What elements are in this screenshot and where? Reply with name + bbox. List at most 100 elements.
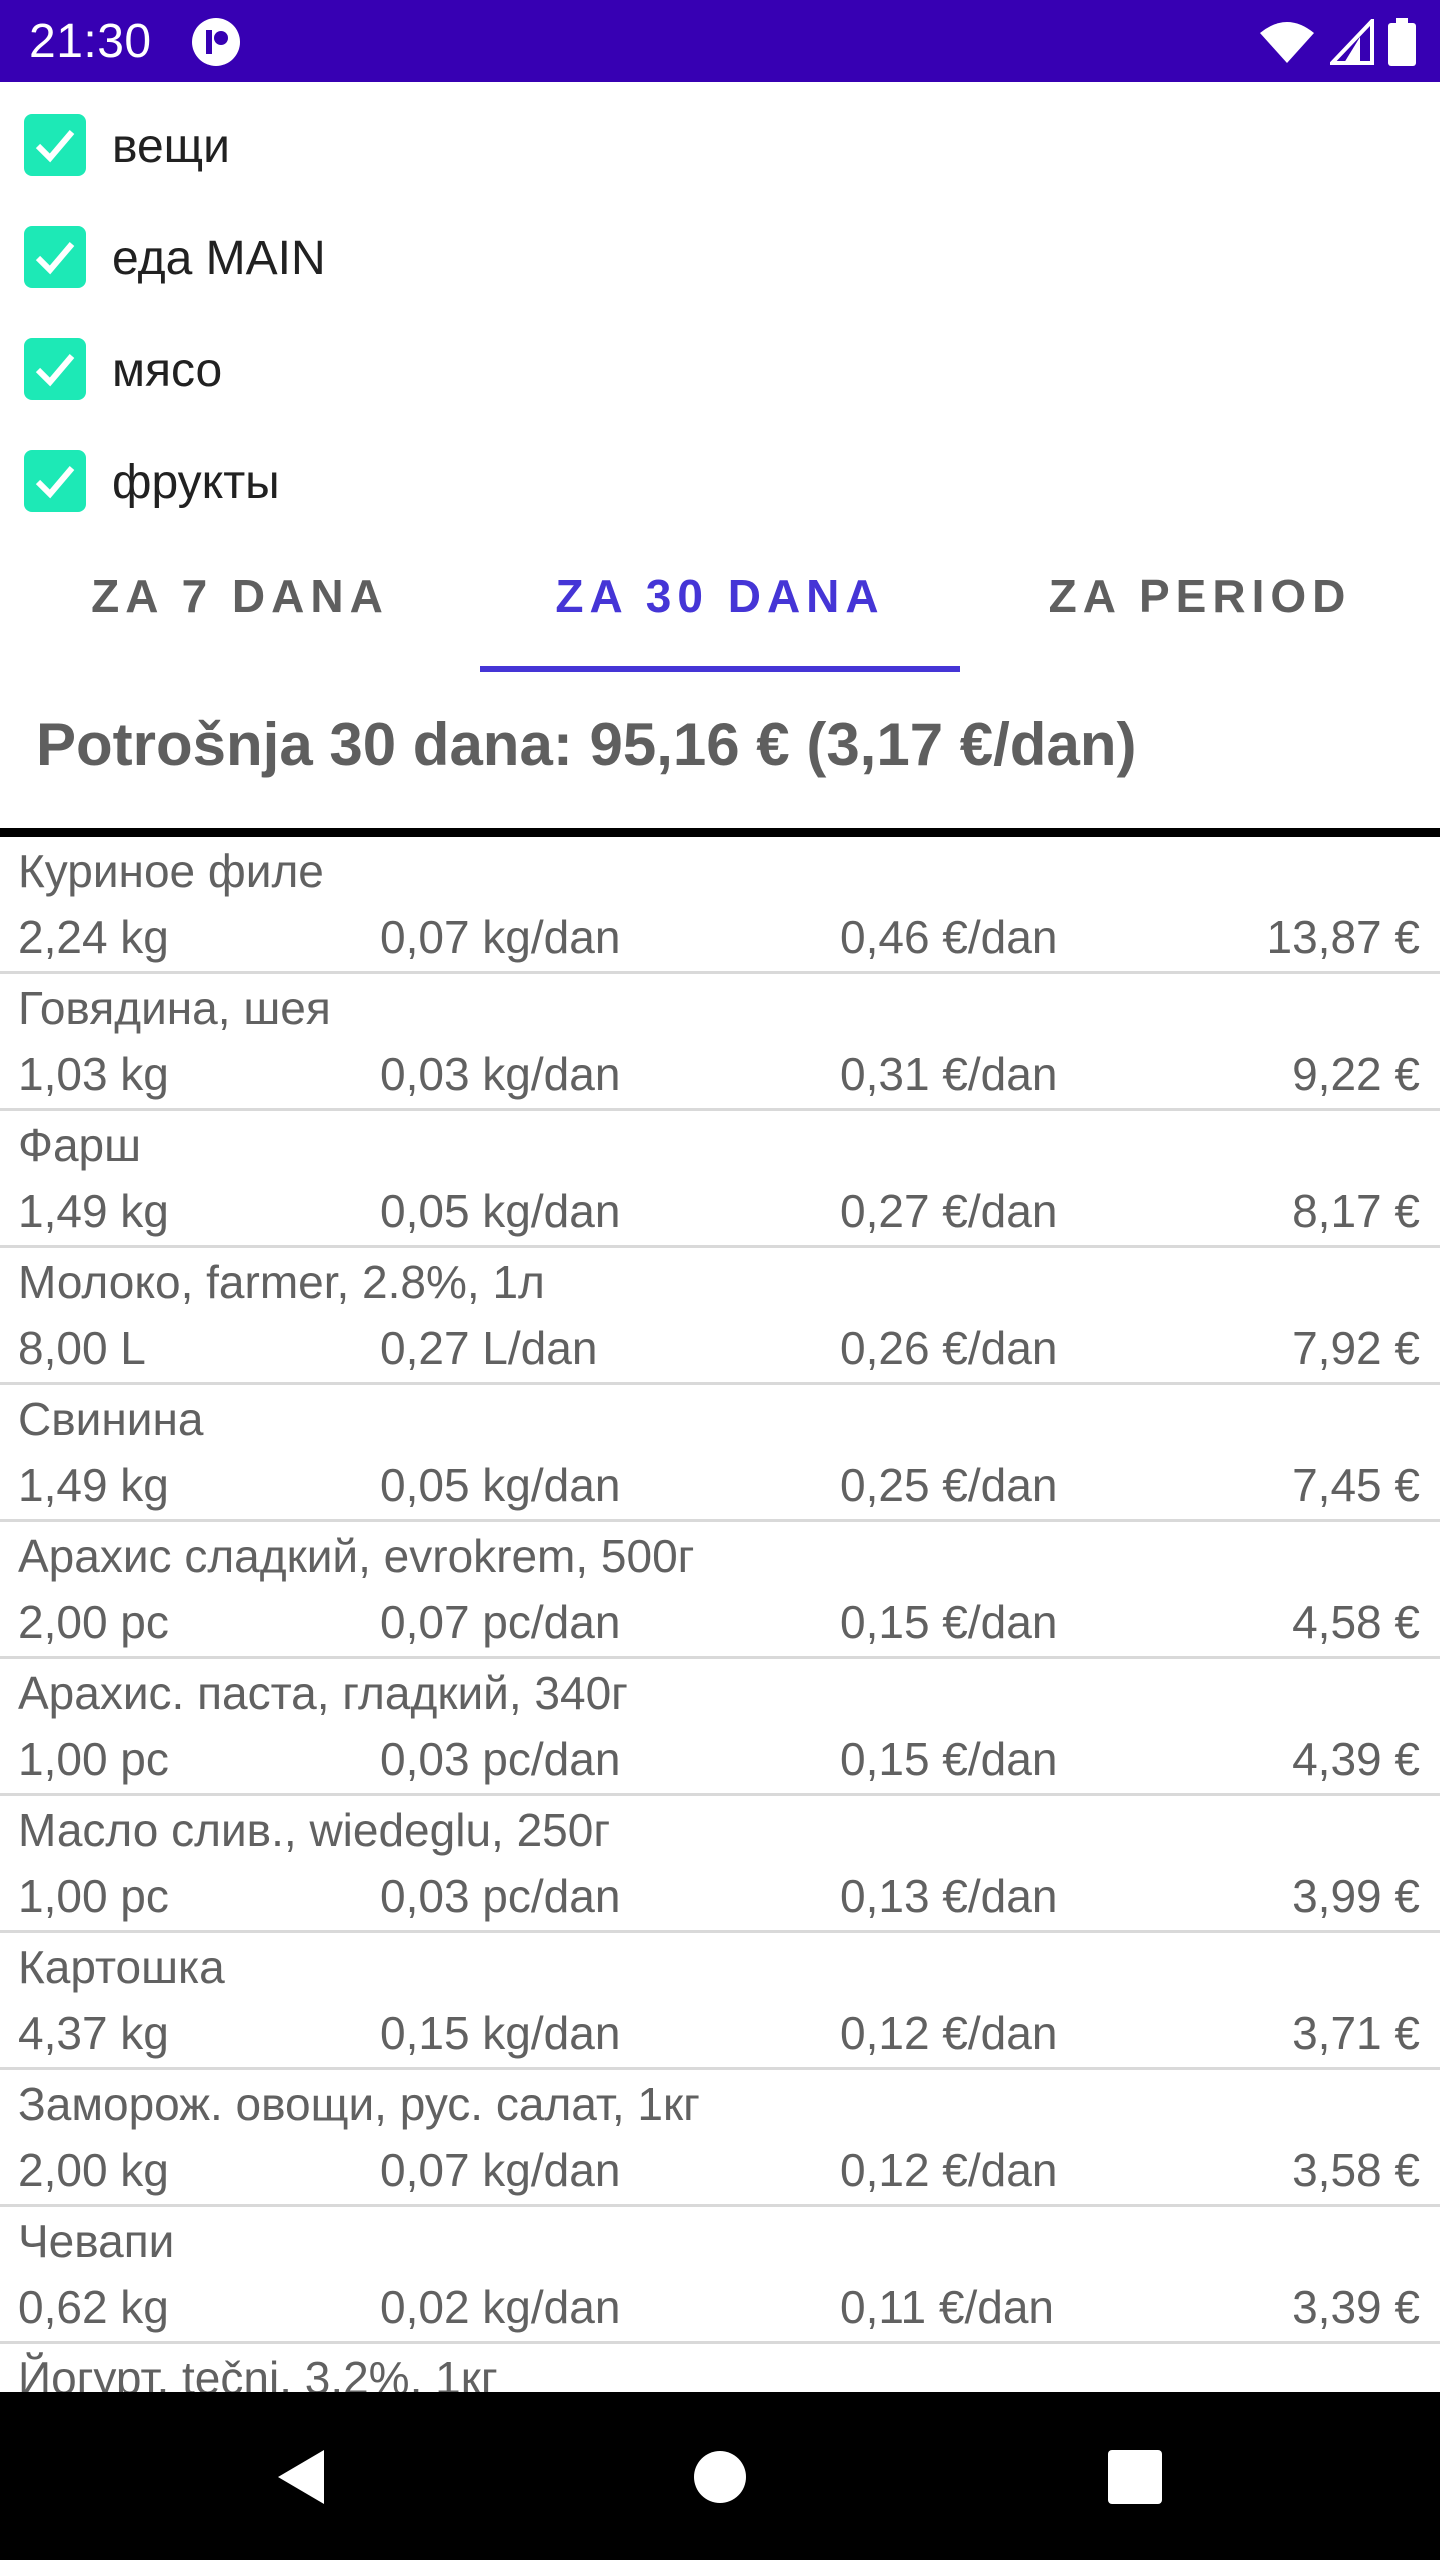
signal-icon [1330, 19, 1374, 65]
category-checkbox-0[interactable]: вещи [0, 92, 1440, 204]
item-total: 13,87 € [1266, 911, 1420, 963]
item-total: 4,39 € [1292, 1733, 1420, 1785]
item-name: Говядина, шея [18, 982, 331, 1034]
status-bar: 21:30 [0, 0, 1440, 82]
item-name: Свинина [18, 1393, 204, 1445]
category-label: фрукты [112, 456, 280, 509]
category-checkbox-1[interactable]: еда MAIN [0, 204, 1440, 316]
list-item[interactable]: Свинина 1,49 kg 0,05 kg/dan 0,25 €/dan 7… [0, 1385, 1440, 1522]
item-quantity: 0,62 kg [18, 2281, 169, 2333]
item-cost-per-day: 0,25 €/dan [840, 1459, 1058, 1511]
item-name: Масло слив., wiedeglu, 250г [18, 1804, 611, 1856]
item-cost-per-day: 0,12 €/dan [840, 2144, 1058, 2196]
spending-item-list[interactable]: Куриное филе 2,24 kg 0,07 kg/dan 0,46 €/… [0, 837, 1440, 2392]
item-quantity: 4,37 kg [18, 2007, 169, 2059]
item-daily-quantity: 0,07 kg/dan [380, 911, 621, 963]
tab-period[interactable]: ZA PERIOD [960, 520, 1440, 672]
item-daily-quantity: 0,03 pc/dan [380, 1870, 621, 1922]
list-item[interactable]: Молоко, farmer, 2.8%, 1л 8,00 L 0,27 L/d… [0, 1248, 1440, 1385]
item-daily-quantity: 0,15 kg/dan [380, 2007, 621, 2059]
spending-summary: Potrošnja 30 dana: 95,16 € (3,17 €/dan) [36, 711, 1137, 778]
item-name: Картошка [18, 1941, 225, 1993]
item-daily-quantity: 0,07 pc/dan [380, 1596, 621, 1648]
item-cost-per-day: 0,13 €/dan [840, 1870, 1058, 1922]
status-icons [1258, 16, 1416, 68]
item-quantity: 2,00 pc [18, 1596, 169, 1648]
item-total: 9,22 € [1292, 1048, 1420, 1100]
item-name: Куриное филе [18, 845, 324, 897]
category-checkbox-2[interactable]: мясо [0, 316, 1440, 428]
status-time: 21:30 [29, 15, 152, 68]
item-total: 7,45 € [1292, 1459, 1420, 1511]
item-cost-per-day: 0,27 €/dan [840, 1185, 1058, 1237]
list-item[interactable]: Картошка 4,37 kg 0,15 kg/dan 0,12 €/dan … [0, 1933, 1440, 2070]
item-total: 3,39 € [1292, 2281, 1420, 2333]
tab-7-days[interactable]: ZA 7 DANA [0, 520, 480, 672]
recents-icon[interactable] [1100, 2442, 1170, 2512]
item-daily-quantity: 0,05 kg/dan [380, 1459, 621, 1511]
divider [0, 828, 1440, 837]
item-total: 3,99 € [1292, 1870, 1420, 1922]
app-notification-icon [192, 18, 240, 66]
item-daily-quantity: 0,27 L/dan [380, 1322, 598, 1374]
item-name: Молоко, farmer, 2.8%, 1л [18, 1256, 545, 1308]
checkbox-checked-icon[interactable] [24, 450, 86, 512]
item-name: Арахис сладкий, evrokrem, 500г [18, 1530, 695, 1582]
list-item[interactable]: Заморож. овощи, рус. салат, 1кг 2,00 kg … [0, 2070, 1440, 2207]
item-name: Чевапи [18, 2215, 175, 2267]
item-quantity: 1,00 pc [18, 1733, 169, 1785]
system-nav-bar [0, 2392, 1440, 2560]
item-name: Арахис. паста, гладкий, 340г [18, 1667, 628, 1719]
category-label: еда MAIN [112, 232, 326, 285]
checkbox-checked-icon[interactable] [24, 226, 86, 288]
item-cost-per-day: 0,31 €/dan [840, 1048, 1058, 1100]
list-item[interactable]: Арахис сладкий, evrokrem, 500г 2,00 pc 0… [0, 1522, 1440, 1659]
back-icon[interactable] [268, 2442, 338, 2512]
category-filter-list: вещи еда MAIN мясо фрукты [0, 92, 1440, 540]
item-total: 3,58 € [1292, 2144, 1420, 2196]
tab-30-days[interactable]: ZA 30 DANA [480, 520, 960, 672]
item-quantity: 8,00 L [18, 1322, 146, 1374]
item-quantity: 1,03 kg [18, 1048, 169, 1100]
item-daily-quantity: 0,03 pc/dan [380, 1733, 621, 1785]
item-total: 7,92 € [1292, 1322, 1420, 1374]
item-quantity: 2,24 kg [18, 911, 169, 963]
item-cost-per-day: 0,46 €/dan [840, 911, 1058, 963]
list-item[interactable]: Чевапи 0,62 kg 0,02 kg/dan 0,11 €/dan 3,… [0, 2207, 1440, 2344]
item-quantity: 1,49 kg [18, 1459, 169, 1511]
list-item[interactable]: Куриное филе 2,24 kg 0,07 kg/dan 0,46 €/… [0, 837, 1440, 974]
list-item[interactable]: Арахис. паста, гладкий, 340г 1,00 pc 0,0… [0, 1659, 1440, 1796]
item-total: 3,71 € [1292, 2007, 1420, 2059]
item-cost-per-day: 0,12 €/dan [840, 2007, 1058, 2059]
item-name: Йогурт, tečni, 3.2%, 1кг [18, 2352, 498, 2392]
battery-icon [1388, 18, 1416, 66]
item-daily-quantity: 0,07 kg/dan [380, 2144, 621, 2196]
item-cost-per-day: 0,15 €/dan [840, 1596, 1058, 1648]
list-item[interactable]: Йогурт, tečni, 3.2%, 1кг [0, 2344, 1440, 2392]
tab-indicator [480, 666, 960, 672]
item-daily-quantity: 0,05 kg/dan [380, 1185, 621, 1237]
list-item[interactable]: Фарш 1,49 kg 0,05 kg/dan 0,27 €/dan 8,17… [0, 1111, 1440, 1248]
item-daily-quantity: 0,02 kg/dan [380, 2281, 621, 2333]
item-quantity: 2,00 kg [18, 2144, 169, 2196]
item-total: 8,17 € [1292, 1185, 1420, 1237]
item-total: 4,58 € [1292, 1596, 1420, 1648]
item-cost-per-day: 0,15 €/dan [840, 1733, 1058, 1785]
item-cost-per-day: 0,11 €/dan [840, 2281, 1055, 2333]
list-item[interactable]: Масло слив., wiedeglu, 250г 1,00 pc 0,03… [0, 1796, 1440, 1933]
item-name: Заморож. овощи, рус. салат, 1кг [18, 2078, 700, 2130]
item-quantity: 1,49 kg [18, 1185, 169, 1237]
period-tabs: ZA 7 DANA ZA 30 DANA ZA PERIOD [0, 520, 1440, 672]
screen: 21:30 вещи еда MAIN мясо фрукты ZA 7 DAN… [0, 0, 1440, 2560]
checkbox-checked-icon[interactable] [24, 114, 86, 176]
item-daily-quantity: 0,03 kg/dan [380, 1048, 621, 1100]
home-icon[interactable] [685, 2442, 755, 2512]
item-name: Фарш [18, 1119, 142, 1171]
item-cost-per-day: 0,26 €/dan [840, 1322, 1058, 1374]
category-label: мясо [112, 344, 223, 397]
item-quantity: 1,00 pc [18, 1870, 169, 1922]
wifi-icon [1260, 22, 1314, 63]
category-label: вещи [112, 120, 230, 173]
list-item[interactable]: Говядина, шея 1,03 kg 0,03 kg/dan 0,31 €… [0, 974, 1440, 1111]
checkbox-checked-icon[interactable] [24, 338, 86, 400]
